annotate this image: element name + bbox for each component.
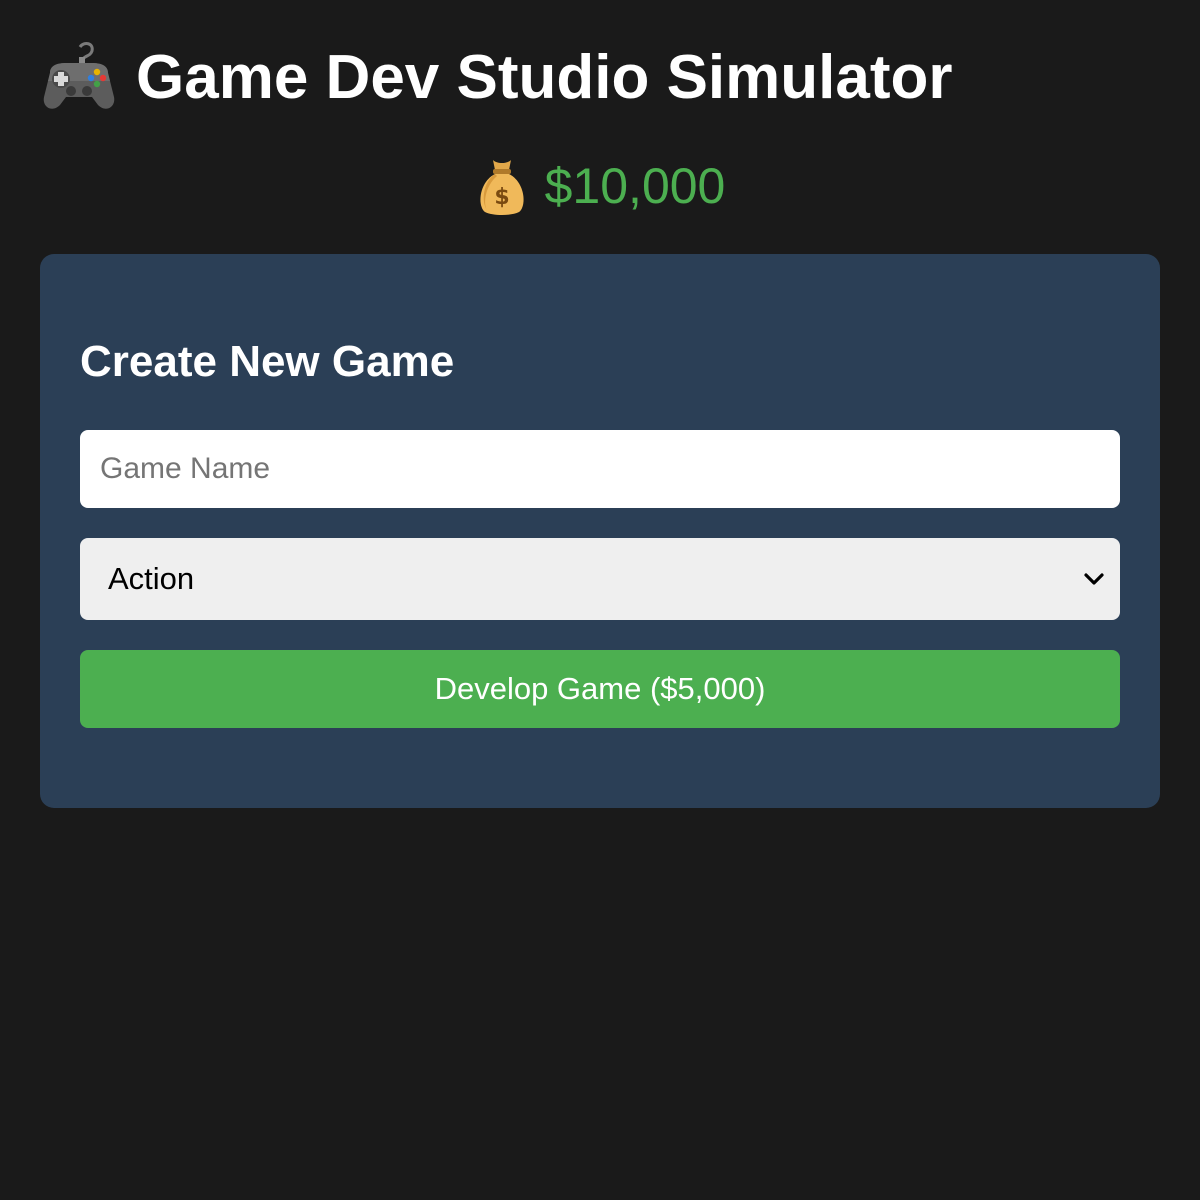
gamepad-icon bbox=[43, 42, 115, 109]
balance-display: $ $10,000 bbox=[0, 150, 1200, 222]
panel-title: Create New Game bbox=[80, 337, 455, 386]
genre-select-value: Action bbox=[108, 561, 195, 596]
game-name-input[interactable] bbox=[80, 430, 1120, 508]
app-header: Game Dev Studio Simulator bbox=[40, 36, 953, 120]
svg-text:$: $ bbox=[494, 185, 509, 210]
chevron-down-icon bbox=[1084, 573, 1104, 585]
money-bag-icon: $ bbox=[480, 160, 524, 215]
app-title: Game Dev Studio Simulator bbox=[136, 43, 953, 112]
create-game-panel: Create New Game Action Develop Game ($5,… bbox=[40, 254, 1160, 808]
genre-select[interactable]: Action bbox=[80, 538, 1120, 620]
balance-amount: $10,000 bbox=[544, 158, 726, 214]
develop-game-button[interactable]: Develop Game ($5,000) bbox=[80, 650, 1120, 728]
